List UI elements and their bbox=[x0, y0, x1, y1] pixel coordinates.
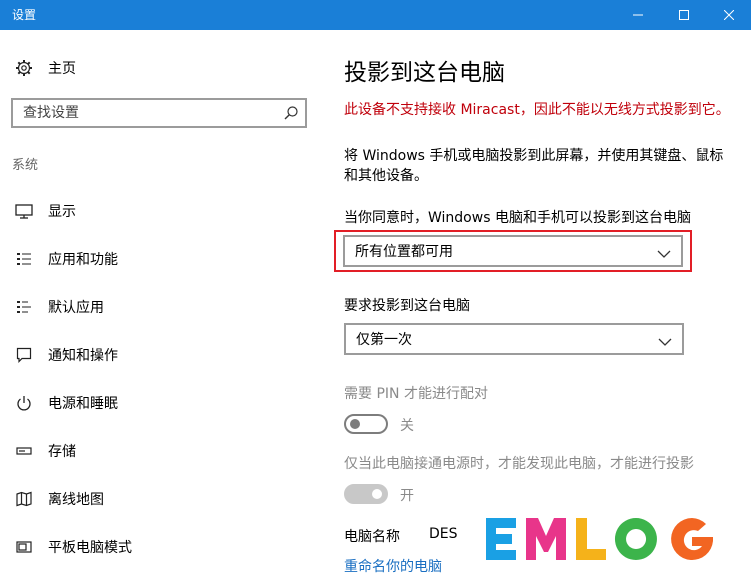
power-label: 仅当此电脑接通电源时，才能发现此电脑，才能进行投影 bbox=[344, 456, 694, 472]
sidebar-item-offline-maps[interactable]: 离线地图 bbox=[14, 486, 104, 512]
search-icon[interactable] bbox=[283, 105, 299, 121]
sidebar-item-notifications[interactable]: 通知和操作 bbox=[14, 342, 118, 368]
sidebar-item-display[interactable]: 显示 bbox=[14, 198, 76, 224]
chevron-down-icon bbox=[657, 245, 671, 258]
sidebar-item-default-apps[interactable]: 默认应用 bbox=[14, 294, 104, 320]
sidebar-item-label: 电源和睡眠 bbox=[48, 396, 118, 412]
sidebar-item-power[interactable]: 电源和睡眠 bbox=[14, 390, 118, 416]
sidebar-home[interactable]: 主页 bbox=[14, 56, 76, 80]
page-title: 投影到这台电脑 bbox=[344, 60, 505, 86]
page-description: 将 Windows 手机或电脑投影到此屏幕，并使用其键盘、鼠标和其他设备。 bbox=[344, 148, 724, 184]
search-box[interactable] bbox=[11, 98, 307, 128]
default-apps-icon bbox=[14, 297, 34, 317]
sidebar-item-label: 离线地图 bbox=[48, 492, 104, 508]
maximize-button[interactable] bbox=[661, 0, 707, 30]
main-content: 投影到这台电脑 此设备不支持接收 Miracast，因此不能以无线方式投影到它。… bbox=[322, 30, 751, 578]
availability-value: 所有位置都可用 bbox=[355, 244, 453, 260]
map-icon bbox=[14, 489, 34, 509]
title-bar: 设置 bbox=[0, 0, 751, 30]
minimize-button[interactable] bbox=[615, 0, 661, 30]
sidebar-item-label: 应用和功能 bbox=[48, 252, 118, 268]
tablet-icon bbox=[14, 537, 34, 557]
chevron-down-icon bbox=[658, 333, 672, 346]
pin-toggle[interactable] bbox=[344, 414, 388, 434]
sidebar-item-label: 通知和操作 bbox=[48, 348, 118, 364]
sidebar-item-label: 存储 bbox=[48, 444, 76, 460]
ask-dropdown[interactable]: 仅第一次 bbox=[344, 323, 684, 355]
notification-icon bbox=[14, 345, 34, 365]
rename-pc-link[interactable]: 重命名你的电脑 bbox=[344, 556, 442, 576]
sidebar-item-label: 默认应用 bbox=[48, 300, 104, 316]
apps-list-icon bbox=[14, 249, 34, 269]
sidebar-home-label: 主页 bbox=[48, 61, 76, 77]
search-input[interactable] bbox=[23, 103, 273, 123]
sidebar: 主页 系统 显示 应用和功能 默认应用 通知和操作 bbox=[0, 30, 322, 578]
gear-icon bbox=[14, 58, 34, 78]
ask-value: 仅第一次 bbox=[356, 332, 412, 348]
toggle-knob bbox=[350, 419, 360, 429]
pin-label: 需要 PIN 才能进行配对 bbox=[344, 386, 488, 402]
minimize-icon bbox=[633, 14, 643, 16]
power-toggle-state: 开 bbox=[400, 488, 414, 504]
pc-name-value: DES bbox=[429, 526, 458, 542]
close-button[interactable] bbox=[706, 0, 751, 30]
display-icon bbox=[14, 201, 34, 221]
sidebar-item-apps[interactable]: 应用和功能 bbox=[14, 246, 118, 272]
sidebar-item-storage[interactable]: 存储 bbox=[14, 438, 76, 464]
power-toggle[interactable] bbox=[344, 484, 388, 504]
maximize-icon bbox=[679, 10, 689, 20]
emlog-watermark bbox=[470, 504, 751, 578]
miracast-warning: 此设备不支持接收 Miracast，因此不能以无线方式投影到它。 bbox=[344, 102, 730, 118]
pc-name-label: 电脑名称 bbox=[344, 529, 400, 545]
ask-label: 要求投影到这台电脑 bbox=[344, 298, 470, 314]
close-icon bbox=[724, 10, 734, 20]
availability-label: 当你同意时，Windows 电脑和手机可以投影到这台电脑 bbox=[344, 210, 691, 226]
storage-icon bbox=[14, 441, 34, 461]
power-icon bbox=[14, 393, 34, 413]
emlog-logo bbox=[486, 518, 713, 560]
toggle-knob bbox=[372, 489, 382, 499]
sidebar-item-label: 显示 bbox=[48, 204, 76, 220]
section-header-system: 系统 bbox=[12, 158, 39, 173]
sidebar-item-tablet-mode[interactable]: 平板电脑模式 bbox=[14, 534, 132, 560]
window-title: 设置 bbox=[12, 8, 37, 22]
sidebar-item-label: 平板电脑模式 bbox=[48, 540, 132, 556]
pin-toggle-state: 关 bbox=[400, 418, 414, 434]
availability-dropdown[interactable]: 所有位置都可用 bbox=[343, 235, 683, 267]
